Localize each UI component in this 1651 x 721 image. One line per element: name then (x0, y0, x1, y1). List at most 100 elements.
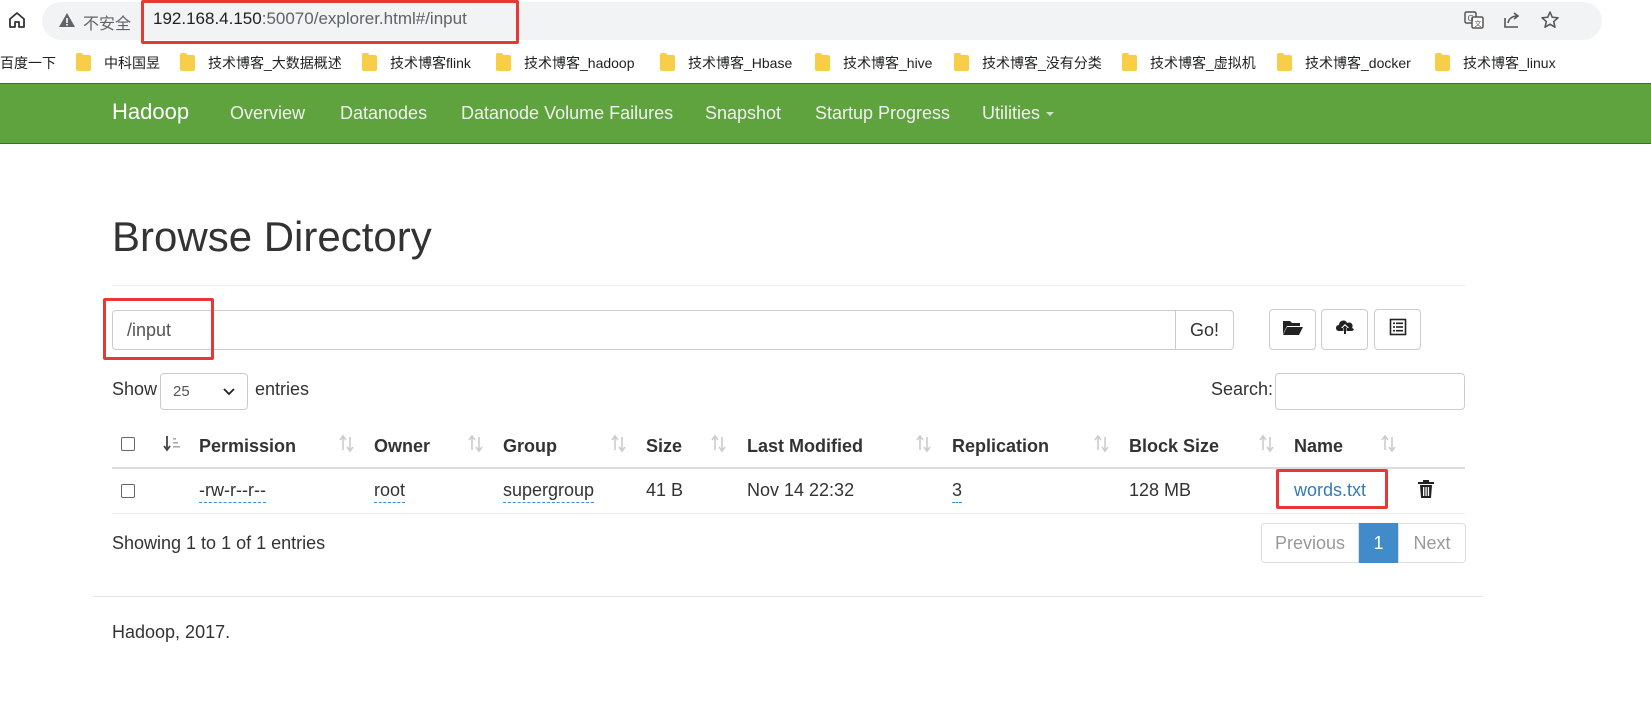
sort-both-icon[interactable] (1381, 434, 1397, 454)
folder-icon (954, 53, 969, 71)
sort-both-icon[interactable] (468, 434, 484, 454)
bookmark-label: 技术博客_Hbase (688, 55, 793, 71)
pagination-info: Showing 1 to 1 of 1 entries (112, 533, 326, 553)
sort-both-icon[interactable] (1094, 434, 1110, 454)
bookmark-item[interactable]: 技术博客_hive (815, 53, 932, 73)
filename-highlight-box (1276, 469, 1388, 509)
nav-snapshot[interactable]: Snapshot (705, 103, 781, 124)
nav-startup-progress[interactable]: Startup Progress (815, 103, 950, 124)
url-highlight-box (141, 0, 519, 44)
bookmarks-bar: 百度一下 中科国昱 技术博客_大数据概述 技术博客flink 技术博客_hado… (0, 45, 1651, 81)
cut-paste-button[interactable] (1374, 309, 1421, 350)
column-header-size[interactable]: Size (646, 436, 682, 457)
bookmark-label: 技术博客_虚拟机 (1150, 55, 1256, 71)
bookmark-label: 技术博客_docker (1305, 55, 1411, 71)
cell-last-modified: Nov 14 22:32 (747, 480, 855, 500)
cell-group[interactable]: supergroup (503, 480, 595, 503)
bookmark-item[interactable]: 技术博客_Hbase (660, 53, 792, 73)
table-row-divider (112, 513, 1465, 514)
next-page-button[interactable]: Next (1398, 523, 1466, 563)
navbar-brand[interactable]: Hadoop (112, 99, 189, 125)
column-header-owner[interactable]: Owner (374, 436, 430, 457)
translate-icon[interactable]: G文 (1463, 9, 1485, 31)
sort-both-icon[interactable] (611, 434, 627, 454)
nav-datanode-volume-failures[interactable]: Datanode Volume Failures (461, 103, 673, 124)
nav-utilities-label: Utilities (982, 103, 1041, 123)
bookmark-label: 中科国昱 (104, 55, 160, 71)
cloud-upload-icon (1334, 317, 1356, 342)
folder-icon (1122, 53, 1137, 71)
nav-overview[interactable]: Overview (230, 103, 305, 124)
bookmark-label: 技术博客flink (390, 55, 471, 71)
cell-replication[interactable]: 3 (952, 480, 963, 503)
sort-both-icon[interactable] (1259, 434, 1275, 454)
nav-datanodes[interactable]: Datanodes (340, 103, 427, 124)
folder-icon (815, 53, 830, 71)
sort-both-icon[interactable] (711, 434, 727, 454)
footer-divider (93, 596, 1483, 597)
sort-both-icon[interactable] (339, 434, 355, 454)
nav-utilities[interactable]: Utilities (982, 103, 1055, 124)
column-header-name[interactable]: Name (1294, 436, 1343, 457)
chevron-down-icon (223, 383, 235, 400)
entries-select-value: 25 (173, 383, 190, 400)
sort-ascending-icon[interactable] (163, 434, 180, 454)
upload-button[interactable] (1321, 309, 1368, 350)
page-1-button[interactable]: 1 (1359, 523, 1398, 563)
home-icon[interactable] (6, 9, 28, 31)
directory-path-input[interactable] (112, 310, 1176, 350)
bookmark-star-icon[interactable] (1539, 9, 1561, 31)
cell-owner[interactable]: root (374, 480, 406, 503)
bookmark-item[interactable]: 技术博客_没有分类 (954, 53, 1102, 73)
bookmark-item[interactable]: 技术博客_linux (1435, 53, 1556, 73)
folder-icon (1435, 53, 1450, 71)
cell-size: 41 B (646, 480, 684, 500)
folder-open-icon (1282, 318, 1304, 341)
bookmark-item[interactable]: 技术博客_docker (1277, 53, 1411, 73)
column-header-group[interactable]: Group (503, 436, 557, 457)
previous-page-button[interactable]: Previous (1261, 523, 1359, 563)
cell-block-size: 128 MB (1129, 480, 1192, 500)
security-status[interactable]: 不安全 (83, 10, 131, 34)
go-button[interactable]: Go! (1175, 310, 1234, 350)
bookmark-label: 技术博客_linux (1463, 55, 1556, 71)
browser-toolbar: 不安全 192.168.4.150:50070/explorer.html#/i… (0, 0, 1651, 44)
navbar: Hadoop Overview Datanodes Datanode Volum… (0, 83, 1651, 144)
svg-text:文: 文 (1475, 19, 1482, 28)
select-all-checkbox[interactable] (121, 437, 135, 451)
trash-icon[interactable] (1417, 479, 1435, 499)
caret-down-icon (1046, 112, 1055, 117)
bookmark-label: 技术博客_hadoop (524, 55, 635, 71)
footer-text: Hadoop, 2017. (112, 622, 231, 642)
page-title: Browse Directory (112, 213, 432, 260)
pagination: Previous 1 Next (1261, 523, 1466, 563)
sort-both-icon[interactable] (916, 434, 932, 454)
bookmark-item[interactable]: 技术博客_大数据概述 (180, 53, 342, 73)
folder-icon (660, 53, 675, 71)
folder-icon (1277, 53, 1292, 71)
cell-permission[interactable]: -rw-r--r-- (199, 480, 266, 503)
bookmark-item[interactable]: 技术博客_hadoop (496, 53, 635, 73)
warning-icon[interactable] (58, 11, 76, 29)
row-checkbox[interactable] (121, 484, 135, 498)
bookmark-item[interactable]: 百度一下 (0, 53, 56, 73)
share-icon[interactable] (1501, 9, 1523, 31)
bookmark-label: 百度一下 (0, 55, 56, 71)
column-header-last-modified[interactable]: Last Modified (747, 436, 863, 457)
column-header-replication[interactable]: Replication (952, 436, 1049, 457)
column-header-block-size[interactable]: Block Size (1129, 436, 1219, 457)
entries-label: entries (255, 379, 310, 399)
folder-icon (496, 53, 511, 71)
search-label: Search: (1211, 379, 1274, 399)
folder-icon (76, 53, 91, 71)
bookmark-item[interactable]: 中科国昱 (76, 53, 160, 73)
search-input[interactable] (1275, 373, 1465, 410)
create-directory-button[interactable] (1269, 309, 1316, 350)
entries-per-page-select[interactable]: 25 (160, 373, 248, 410)
divider (112, 285, 1465, 286)
bookmark-item[interactable]: 技术博客_虚拟机 (1122, 53, 1256, 73)
path-highlight-box (103, 298, 214, 360)
bookmark-label: 技术博客_大数据概述 (208, 55, 342, 71)
bookmark-item[interactable]: 技术博客flink (362, 53, 471, 73)
column-header-permission[interactable]: Permission (199, 436, 296, 457)
